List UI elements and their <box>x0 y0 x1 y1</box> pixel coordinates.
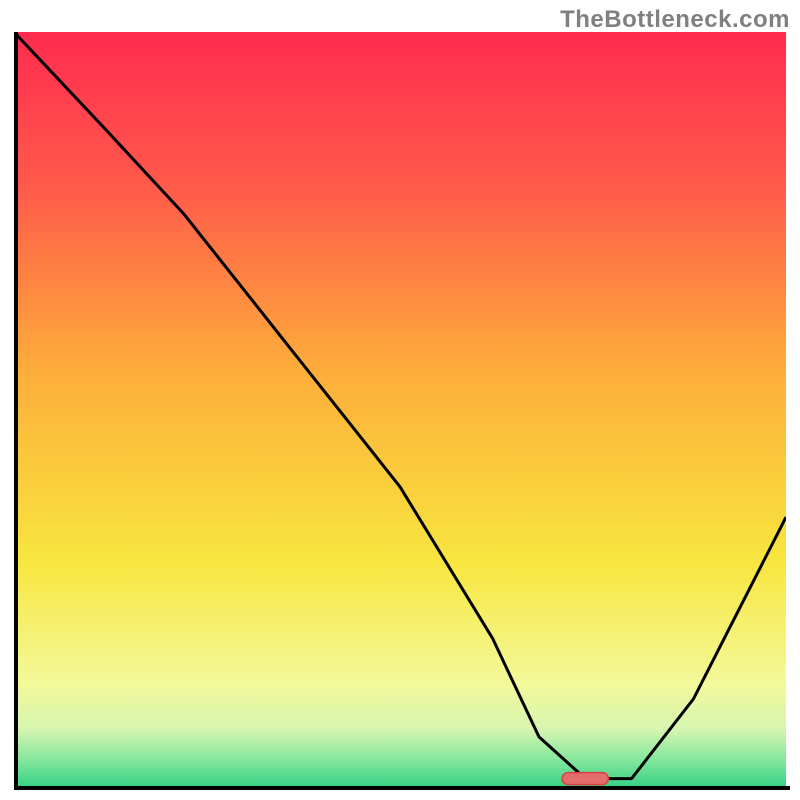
chart-area <box>14 32 786 790</box>
watermark-text: TheBottleneck.com <box>560 6 790 34</box>
y-axis-line <box>14 32 18 790</box>
plot-background <box>14 32 786 790</box>
x-axis-line <box>14 786 790 790</box>
optimal-range-marker <box>562 773 608 785</box>
chart-svg <box>14 32 786 790</box>
